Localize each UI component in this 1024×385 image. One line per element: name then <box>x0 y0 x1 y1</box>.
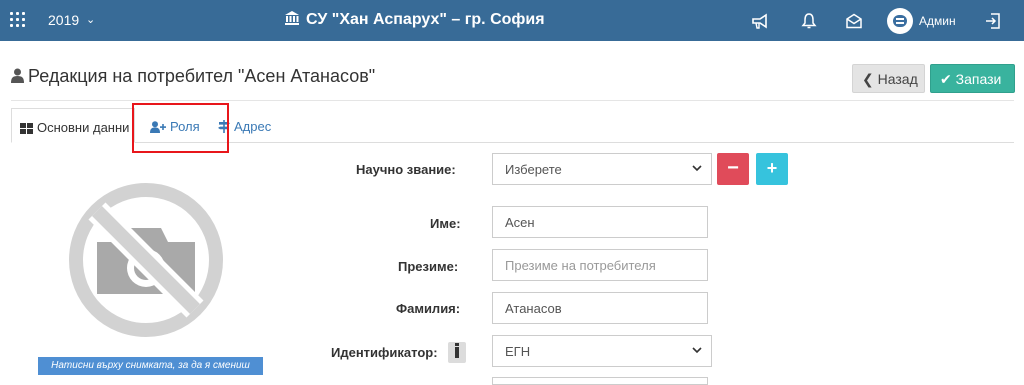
last-name-value: Атанасов <box>505 301 562 316</box>
identifier-select[interactable]: ЕГН <box>492 335 712 367</box>
chevron-down-icon[interactable]: ⌄ <box>86 13 95 26</box>
chevron-left-icon: ❮ <box>862 71 874 87</box>
chevron-down-icon <box>692 165 702 172</box>
sign-out-icon[interactable] <box>984 12 1002 30</box>
top-navbar: 2019 ⌄ СУ "Хан Аспарух" – гр. София Адми… <box>0 0 1024 41</box>
th-large-icon <box>20 123 33 134</box>
middle-name-placeholder: Презиме на потребителя <box>505 258 656 273</box>
check-icon: ✔ <box>940 71 952 87</box>
middle-name-label: Презиме: <box>398 259 459 274</box>
save-button[interactable]: ✔ Запази <box>930 64 1015 93</box>
info-icon[interactable] <box>448 342 466 363</box>
academic-title-select[interactable]: Изберете <box>492 153 712 185</box>
tab-address-label: Адрес <box>234 119 272 134</box>
academic-title-value: Изберете <box>505 162 562 177</box>
identifier-label: Идентификатор: <box>331 345 438 360</box>
year-selector[interactable]: 2019 <box>48 12 79 28</box>
photo-caption[interactable]: Натисни върху снимката, за да я смениш <box>38 357 263 375</box>
remove-academic-title-button[interactable]: − <box>717 153 749 185</box>
save-button-label: Запази <box>955 71 1002 87</box>
envelope-open-icon[interactable] <box>845 12 863 30</box>
back-button[interactable]: ❮ Назад <box>852 64 925 93</box>
page-title: Редакция на потребител "Асен Атанасов" <box>11 66 375 87</box>
megaphone-icon[interactable] <box>751 12 769 30</box>
user-name[interactable]: Админ <box>919 14 956 28</box>
back-button-label: Назад <box>877 71 918 87</box>
page-title-text: Редакция на потребител "Асен Атанасов" <box>28 66 376 86</box>
first-name-value: Асен <box>505 215 535 230</box>
avatar[interactable] <box>887 8 913 34</box>
next-field[interactable] <box>492 377 708 385</box>
middle-name-field[interactable]: Презиме на потребителя <box>492 249 708 281</box>
last-name-field[interactable]: Атанасов <box>492 292 708 324</box>
chevron-down-icon <box>692 347 702 354</box>
academic-title-label: Научно звание: <box>356 162 456 177</box>
bank-icon <box>285 11 299 25</box>
first-name-label: Име: <box>430 216 461 231</box>
no-camera-icon[interactable] <box>66 180 226 340</box>
bell-icon[interactable] <box>800 12 818 30</box>
tab-basic-data[interactable]: Основни данни <box>11 108 135 143</box>
first-name-field[interactable]: Асен <box>492 206 708 238</box>
school-name: СУ "Хан Аспарух" – гр. София <box>306 11 545 28</box>
highlight-box <box>132 103 229 153</box>
add-academic-title-button[interactable]: + <box>756 153 788 185</box>
school-title: СУ "Хан Аспарух" – гр. София <box>284 10 545 29</box>
identifier-value: ЕГН <box>505 344 531 359</box>
last-name-label: Фамилия: <box>396 301 461 316</box>
apps-grid-icon[interactable] <box>10 12 26 28</box>
divider <box>11 100 1014 101</box>
user-icon <box>11 68 24 83</box>
tab-basic-data-label: Основни данни <box>37 120 130 135</box>
